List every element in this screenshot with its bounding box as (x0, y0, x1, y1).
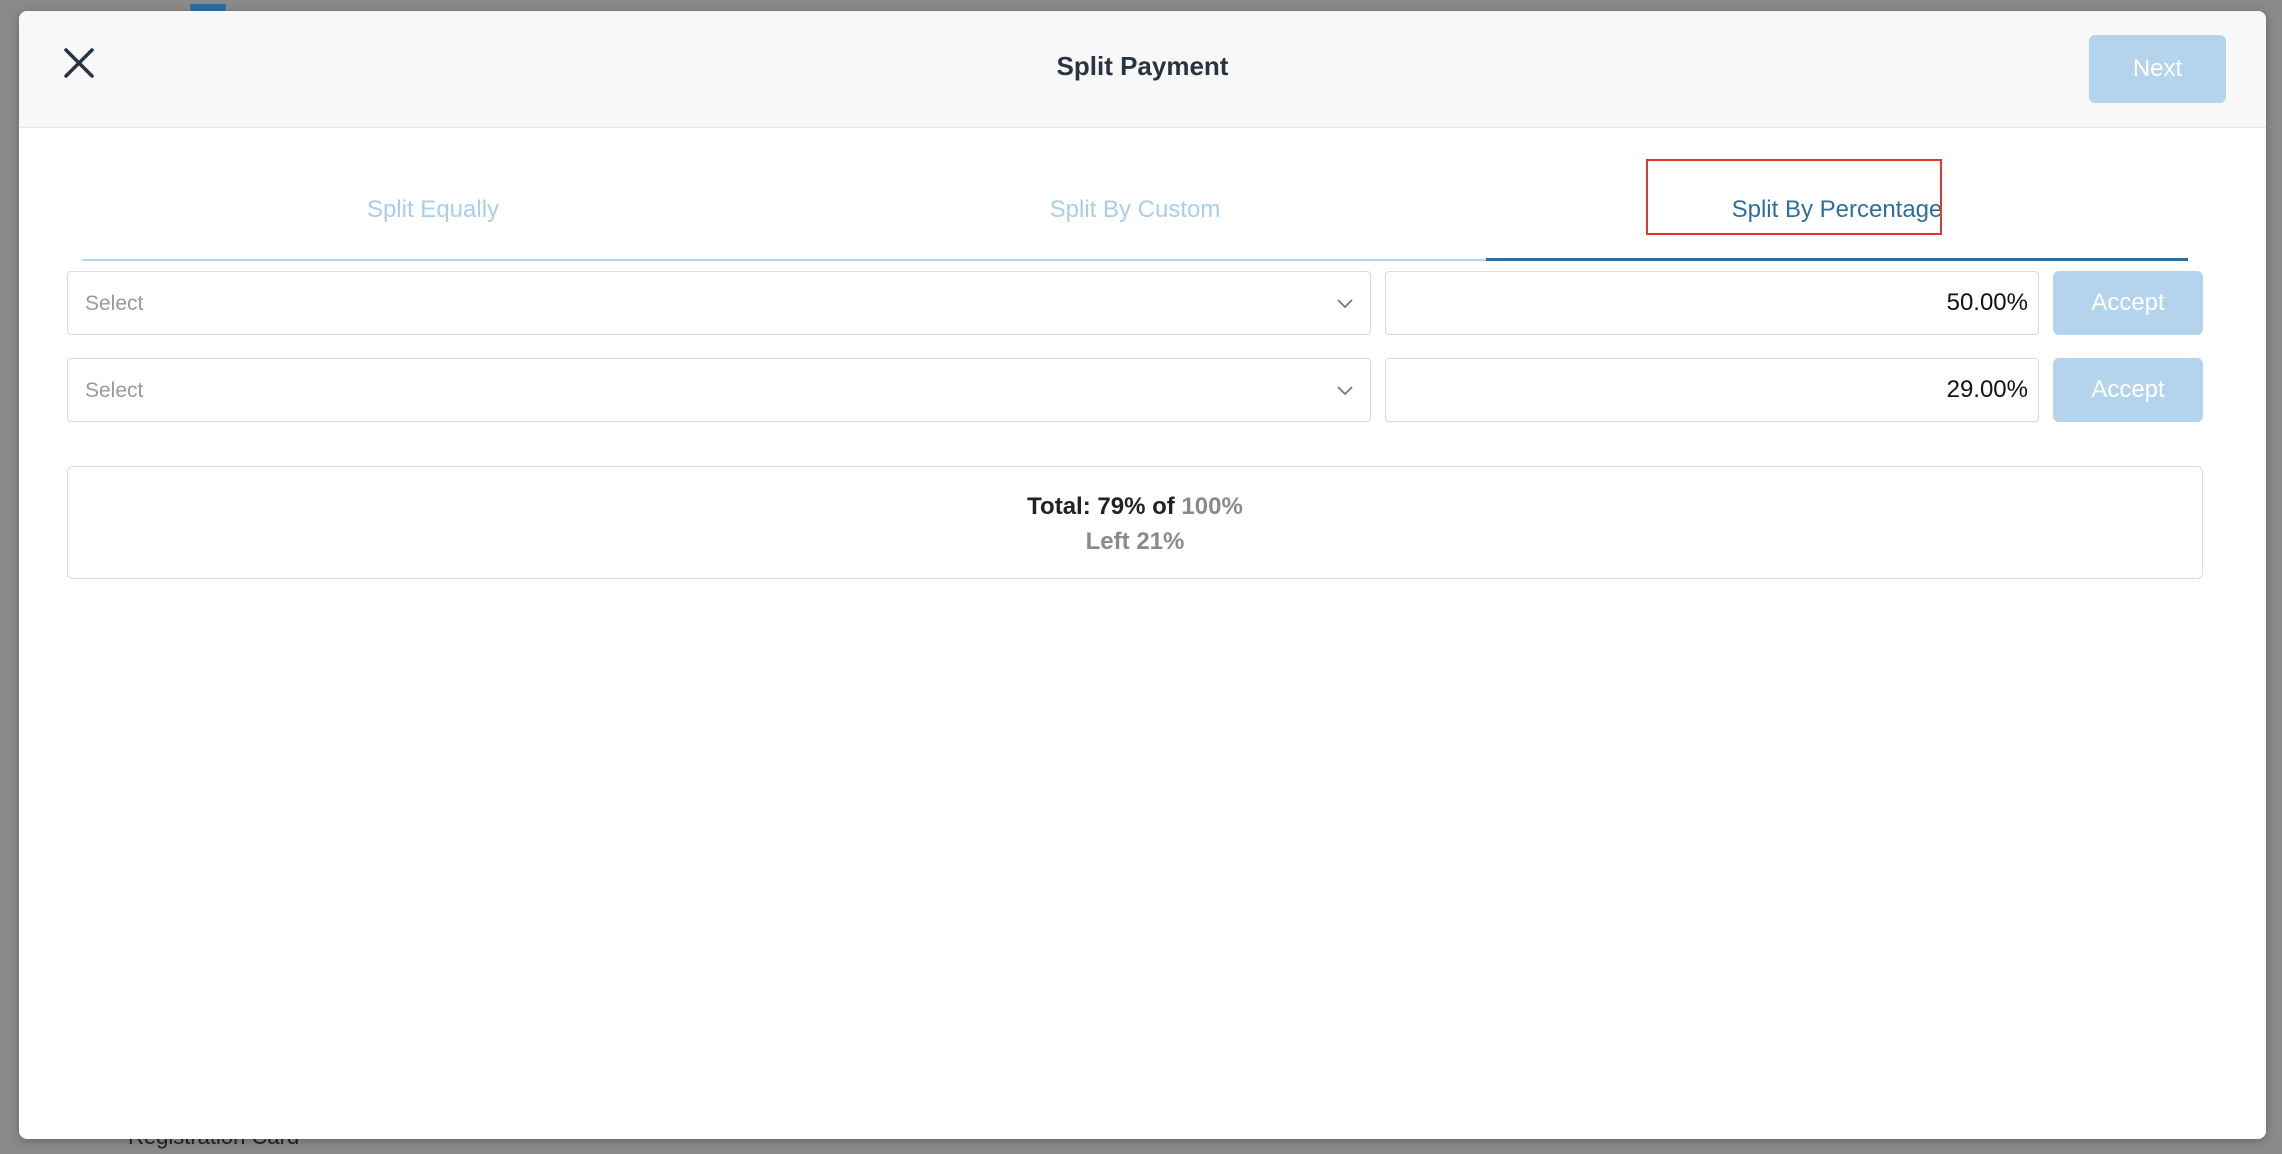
total-max: 100% (1181, 493, 1243, 520)
select-placeholder: Select (85, 292, 144, 315)
tab-split-by-custom[interactable]: Split By Custom (784, 161, 1486, 259)
left-label: Left (1085, 528, 1130, 555)
split-summary: Total: 79% of 100% Left 21% (67, 466, 2203, 579)
modal-header: Split Payment Next (19, 11, 2266, 128)
left-value: 21% (1136, 528, 1185, 555)
active-tab-indicator (1486, 258, 2188, 261)
tab-split-by-percentage[interactable]: Split By Percentage (1486, 161, 2188, 259)
split-payment-modal: Split Payment Next Split Equally Split B… (19, 11, 2266, 1139)
total-value: 79% of (1097, 493, 1175, 520)
payer-select[interactable]: Select (67, 271, 1371, 335)
summary-left: Left 21% (68, 528, 2202, 556)
select-placeholder: Select (85, 379, 144, 402)
payer-select[interactable]: Select (67, 358, 1371, 422)
percentage-input[interactable] (1385, 271, 2039, 335)
split-row: Select Accept (67, 358, 2219, 422)
percentage-input[interactable] (1385, 358, 2039, 422)
chevron-down-icon (1337, 299, 1353, 309)
tab-split-equally[interactable]: Split Equally (82, 161, 784, 259)
split-tabs: Split Equally Split By Custom Split By P… (82, 161, 2188, 261)
split-row: Select Accept (67, 271, 2219, 335)
summary-total: Total: 79% of 100% (68, 493, 2202, 521)
modal-title: Split Payment (1056, 51, 1229, 81)
accept-button[interactable]: Accept (2053, 358, 2203, 422)
accept-button[interactable]: Accept (2053, 271, 2203, 335)
next-button[interactable]: Next (2089, 35, 2226, 103)
total-label: Total: (1027, 493, 1091, 520)
chevron-down-icon (1337, 386, 1353, 396)
